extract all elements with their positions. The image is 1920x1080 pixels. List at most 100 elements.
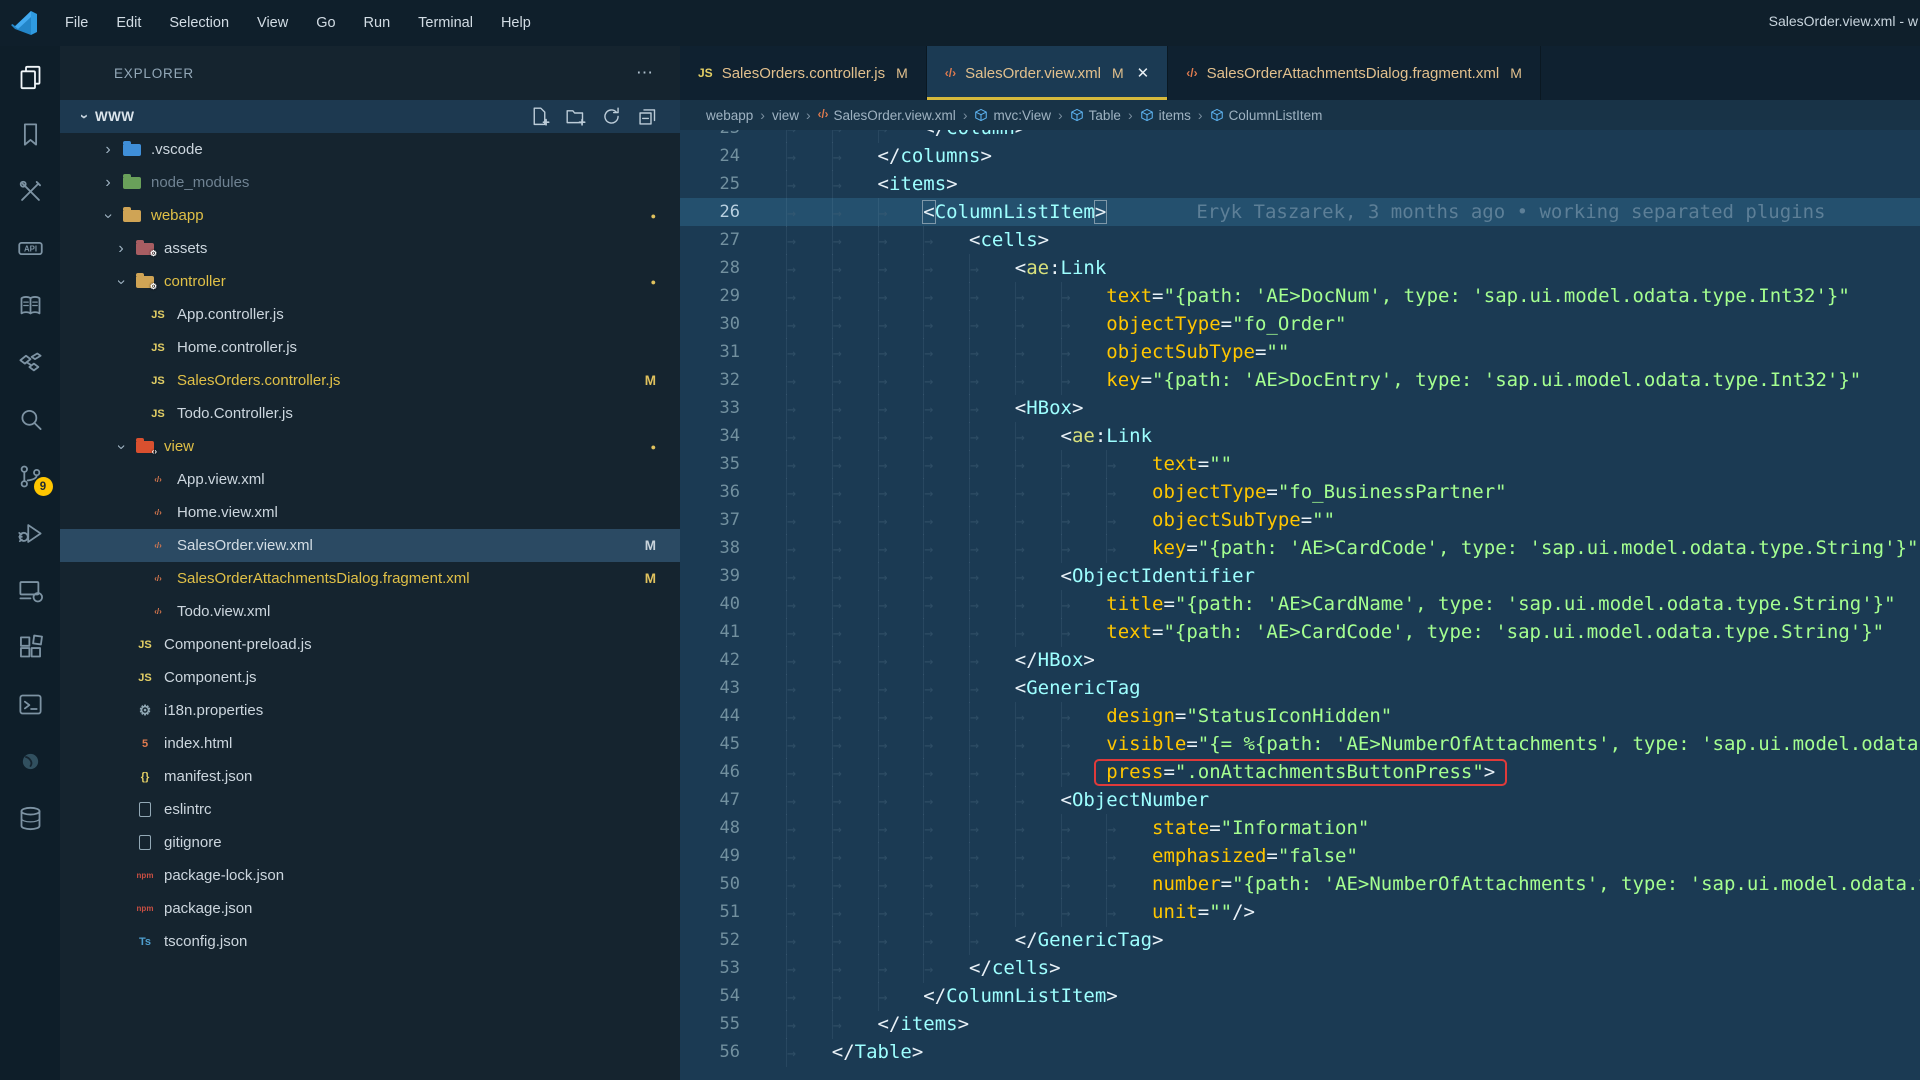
- line-number[interactable]: 48: [680, 814, 756, 842]
- menu-view[interactable]: View: [246, 10, 299, 36]
- line-number[interactable]: 28: [680, 254, 756, 282]
- line-number[interactable]: 51: [680, 898, 756, 926]
- code-line-54[interactable]: 54</ColumnListItem>: [680, 982, 1920, 1011]
- line-number[interactable]: 45: [680, 730, 756, 758]
- project-section-header[interactable]: › WWW: [60, 100, 680, 133]
- line-content[interactable]: <ColumnListItem> Eryk Taszarek, 3 months …: [756, 198, 1920, 227]
- refresh-icon[interactable]: [601, 106, 622, 127]
- line-content[interactable]: <ae:Link: [756, 254, 1920, 283]
- tree-folder-view[interactable]: › ‹› view ●: [60, 430, 680, 463]
- line-number[interactable]: 29: [680, 282, 756, 310]
- database-icon[interactable]: [17, 805, 44, 832]
- code-line-46[interactable]: 46 press=".onAttachmentsButtonPress">: [680, 758, 1920, 787]
- breadcrumb-item-Table[interactable]: Table: [1070, 108, 1121, 123]
- api-icon[interactable]: API: [17, 235, 44, 262]
- line-number[interactable]: 23: [680, 130, 756, 142]
- menu-selection[interactable]: Selection: [158, 10, 240, 36]
- menu-edit[interactable]: Edit: [105, 10, 152, 36]
- line-content[interactable]: <ObjectIdentifier: [756, 562, 1920, 591]
- more-actions-icon[interactable]: ⋯: [636, 63, 654, 83]
- tab-SalesOrderAttachmentsDialog.fragment.xml[interactable]: ‹/› SalesOrderAttachmentsDialog.fragment.…: [1168, 46, 1541, 100]
- tree-file-eslintrc[interactable]: eslintrc: [60, 793, 680, 826]
- breadcrumb-item-webapp[interactable]: webapp: [706, 108, 753, 123]
- menu-go[interactable]: Go: [305, 10, 346, 36]
- code-line-25[interactable]: 25<items>: [680, 170, 1920, 199]
- source-control-icon[interactable]: 9: [17, 463, 53, 496]
- tree-file-manifest.json[interactable]: {} manifest.json: [60, 760, 680, 793]
- line-number[interactable]: 54: [680, 982, 756, 1010]
- tree-file-SalesOrders.controller.js[interactable]: JS SalesOrders.controller.js M: [60, 364, 680, 397]
- line-content[interactable]: </ColumnListItem>: [756, 982, 1920, 1011]
- line-content[interactable]: objectSubType="": [756, 338, 1920, 367]
- line-number[interactable]: 36: [680, 478, 756, 506]
- new-file-icon[interactable]: [529, 106, 550, 127]
- line-number[interactable]: 53: [680, 954, 756, 982]
- line-number[interactable]: 30: [680, 310, 756, 338]
- code-line-42[interactable]: 42</HBox>: [680, 646, 1920, 675]
- new-folder-icon[interactable]: [565, 106, 586, 127]
- code-line-44[interactable]: 44design="StatusIconHidden": [680, 702, 1920, 731]
- code-line-24[interactable]: 24</columns>: [680, 142, 1920, 171]
- tree-file-App.controller.js[interactable]: JS App.controller.js: [60, 298, 680, 331]
- line-number[interactable]: 40: [680, 590, 756, 618]
- line-number[interactable]: 49: [680, 842, 756, 870]
- line-content[interactable]: press=".onAttachmentsButtonPress">: [756, 758, 1920, 787]
- line-content[interactable]: visible="{= %{path: 'AE>NumberOfAttachme…: [756, 730, 1920, 759]
- code-line-47[interactable]: 47<ObjectNumber: [680, 786, 1920, 815]
- tree-file-Todo.view.xml[interactable]: ‹/› Todo.view.xml: [60, 595, 680, 628]
- line-content[interactable]: <GenericTag: [756, 674, 1920, 703]
- line-content[interactable]: unit=""/>: [756, 898, 1920, 927]
- bookmarks-icon[interactable]: [17, 121, 44, 148]
- line-number[interactable]: 34: [680, 422, 756, 450]
- tree-file-SalesOrder.view.xml[interactable]: ‹/› SalesOrder.view.xml M: [60, 529, 680, 562]
- line-content[interactable]: </items>: [756, 1010, 1920, 1039]
- tree-file-gitignore[interactable]: gitignore: [60, 826, 680, 859]
- code-line-33[interactable]: 33<HBox>: [680, 394, 1920, 423]
- menu-file[interactable]: File: [54, 10, 99, 36]
- close-icon[interactable]: ✕: [1137, 64, 1150, 82]
- line-content[interactable]: <ObjectNumber: [756, 786, 1920, 815]
- line-content[interactable]: objectType="fo_BusinessPartner": [756, 478, 1920, 507]
- line-number[interactable]: 26: [680, 198, 756, 226]
- tree-file-Component-preload.js[interactable]: JS Component-preload.js: [60, 628, 680, 661]
- line-number[interactable]: 41: [680, 618, 756, 646]
- code-line-36[interactable]: 36objectType="fo_BusinessPartner": [680, 478, 1920, 507]
- tree-file-Home.view.xml[interactable]: ‹/› Home.view.xml: [60, 496, 680, 529]
- line-content[interactable]: emphasized="false": [756, 842, 1920, 871]
- tree-file-index.html[interactable]: 5 index.html: [60, 727, 680, 760]
- tree-folder-controller[interactable]: › ⚙ controller ●: [60, 265, 680, 298]
- line-content[interactable]: state="Information": [756, 814, 1920, 843]
- chevron-icon[interactable]: ›: [112, 274, 130, 290]
- line-content[interactable]: objectType="fo_Order": [756, 310, 1920, 339]
- code-line-26[interactable]: 26 <ColumnListItem> Eryk Taszarek, 3 month…: [680, 198, 1920, 227]
- code-line-32[interactable]: 32key="{path: 'AE>DocEntry', type: 'sap.…: [680, 366, 1920, 395]
- line-content[interactable]: </Table>: [756, 1038, 1920, 1067]
- code-line-53[interactable]: 53</cells>: [680, 954, 1920, 983]
- run-debug-icon[interactable]: [17, 520, 44, 547]
- line-number[interactable]: 50: [680, 870, 756, 898]
- code-line-31[interactable]: 31objectSubType="": [680, 338, 1920, 367]
- line-content[interactable]: <items>: [756, 170, 1920, 199]
- chevron-icon[interactable]: ›: [112, 439, 130, 455]
- line-number[interactable]: 52: [680, 926, 756, 954]
- line-content[interactable]: key="{path: 'AE>DocEntry', type: 'sap.ui…: [756, 366, 1920, 395]
- line-content[interactable]: </cells>: [756, 954, 1920, 983]
- diagram-icon[interactable]: [17, 349, 44, 376]
- breadcrumb-item-items[interactable]: items: [1140, 108, 1191, 123]
- code-line-35[interactable]: 35text="": [680, 450, 1920, 479]
- tab-SalesOrder.view.xml[interactable]: ‹/› SalesOrder.view.xml M ✕: [926, 46, 1169, 100]
- breadcrumb-item-mvc:View[interactable]: mvc:View: [974, 108, 1051, 123]
- line-content[interactable]: objectSubType="": [756, 506, 1920, 535]
- line-content[interactable]: <ae:Link: [756, 422, 1920, 451]
- code-line-27[interactable]: 27<cells>: [680, 226, 1920, 255]
- code-line-41[interactable]: 41text="{path: 'AE>CardCode', type: 'sap…: [680, 618, 1920, 647]
- line-content[interactable]: <cells>: [756, 226, 1920, 255]
- code-line-49[interactable]: 49emphasized="false": [680, 842, 1920, 871]
- line-content[interactable]: text="": [756, 450, 1920, 479]
- menu-help[interactable]: Help: [490, 10, 542, 36]
- breadcrumb-item-ColumnListItem[interactable]: ColumnListItem: [1210, 108, 1322, 123]
- code-line-38[interactable]: 38key="{path: 'AE>CardCode', type: 'sap.…: [680, 534, 1920, 563]
- tab-SalesOrders.controller.js[interactable]: JS SalesOrders.controller.js M: [680, 46, 927, 100]
- code-line-50[interactable]: 50number="{path: 'AE>NumberOfAttachments…: [680, 870, 1920, 899]
- docs-book-icon[interactable]: [17, 292, 44, 319]
